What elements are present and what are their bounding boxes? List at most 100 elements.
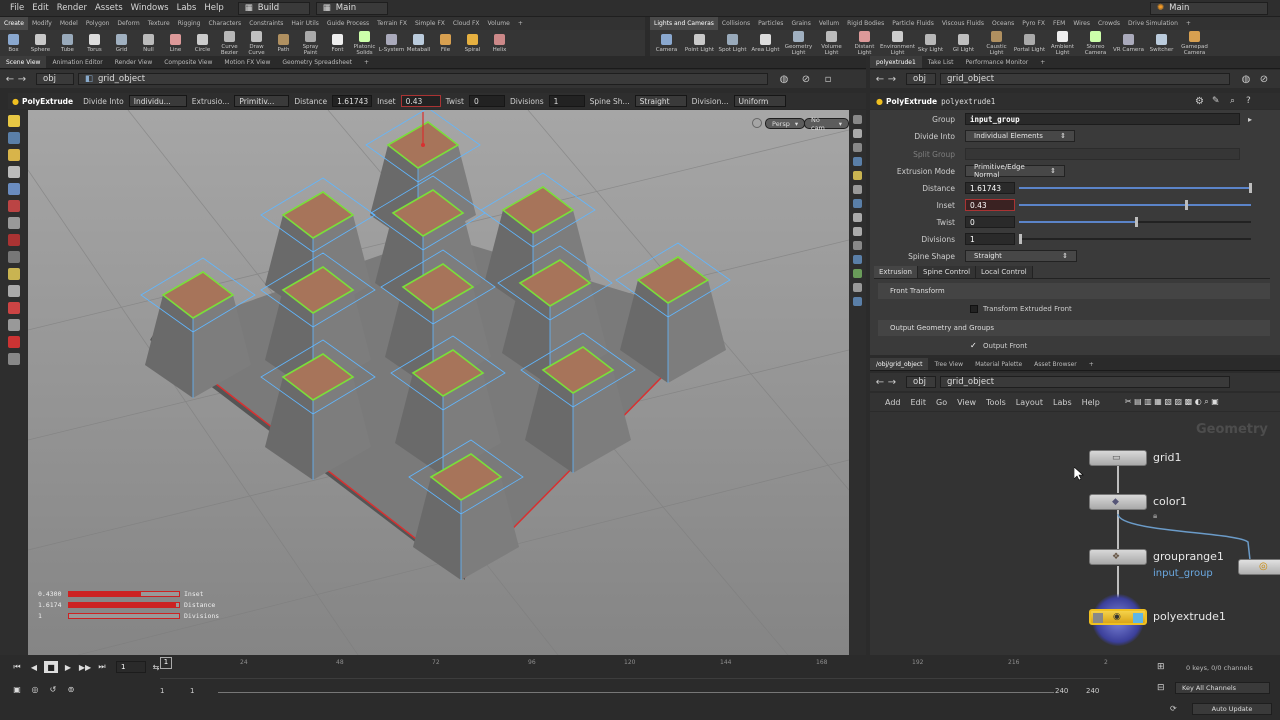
tab-scene-view[interactable]: Scene View bbox=[0, 56, 47, 68]
tab-render-view[interactable]: Render View bbox=[109, 56, 159, 68]
jump-start-icon[interactable]: ⏮ bbox=[10, 661, 24, 673]
shelf-tool-tube[interactable]: Tube bbox=[54, 33, 81, 53]
distance-field[interactable]: 1.61743 bbox=[965, 182, 1015, 194]
current-frame-marker[interactable]: 1 bbox=[160, 657, 172, 669]
update-icon[interactable]: ⟳ bbox=[1170, 704, 1177, 713]
hud-bar[interactable] bbox=[68, 601, 180, 608]
twist-slider[interactable] bbox=[1019, 217, 1251, 227]
desktop-dropdown[interactable]: ▦ Build bbox=[237, 1, 310, 15]
step-back-icon[interactable]: ◀ bbox=[27, 661, 41, 673]
desktop2-dropdown[interactable]: ▦ Main bbox=[315, 1, 388, 15]
shelf-tool-distant-light[interactable]: Distant Light bbox=[848, 30, 881, 56]
camera-button[interactable]: No cam ▾ bbox=[804, 116, 849, 132]
hud-bar[interactable] bbox=[68, 590, 180, 597]
op-distance[interactable]: 1.61743 bbox=[332, 95, 373, 107]
view-options-icon[interactable] bbox=[752, 118, 762, 128]
group-field[interactable]: input_group bbox=[965, 113, 1240, 125]
key-all-channels-button[interactable]: Key All Channels bbox=[1175, 682, 1270, 694]
context-obj[interactable]: obj bbox=[906, 73, 936, 85]
forward-icon[interactable]: → bbox=[886, 74, 898, 85]
node-offscreen[interactable]: ◎ bbox=[1238, 559, 1280, 575]
menu-help[interactable]: Help bbox=[200, 3, 227, 13]
brush-icon[interactable] bbox=[8, 200, 20, 212]
shelf-tab-deform[interactable]: Deform bbox=[113, 17, 143, 30]
key-icon[interactable]: ⊟ bbox=[1157, 683, 1165, 693]
output-front-checkbox[interactable]: ✓ bbox=[970, 342, 978, 350]
menu-view[interactable]: View bbox=[952, 398, 981, 407]
object-path[interactable]: grid_object bbox=[940, 73, 1230, 85]
shelf-tool-circle[interactable]: Circle bbox=[189, 33, 216, 53]
shelf-tool-gamepad-camera[interactable]: Gamepad Camera bbox=[1178, 30, 1211, 56]
shelf-tool-torus[interactable]: Torus bbox=[81, 33, 108, 53]
shelf-tool-grid[interactable]: Grid bbox=[108, 33, 135, 53]
points-icon[interactable] bbox=[853, 213, 862, 222]
node-color1[interactable]: ◆ bbox=[1089, 494, 1147, 510]
shelf-tab-particle-fluids[interactable]: Particle Fluids bbox=[888, 17, 938, 30]
help-icon[interactable]: ? bbox=[1246, 96, 1251, 106]
shelf-tool-portal-light[interactable]: Portal Light bbox=[1013, 33, 1046, 53]
shelf-tool-caustic-light[interactable]: Caustic Light bbox=[980, 30, 1013, 56]
shelf-tool-platonic-solids[interactable]: Platonic Solids bbox=[351, 30, 378, 56]
edit-icon[interactable]: ✎ bbox=[1212, 96, 1220, 106]
slider-knob[interactable] bbox=[1185, 200, 1188, 210]
menu-labs[interactable]: Labs bbox=[173, 3, 201, 13]
shelf-tool-path[interactable]: Path bbox=[270, 33, 297, 53]
shelf-tool-sphere[interactable]: Sphere bbox=[27, 33, 54, 53]
wireframe-icon[interactable] bbox=[853, 157, 862, 166]
shelf-tab-crowds[interactable]: Crowds bbox=[1094, 17, 1124, 30]
shelf-tool-curve-bezier[interactable]: Curve Bezier bbox=[216, 30, 243, 56]
extrusion-mode-menu[interactable]: Primitive/Edge Normal ⇕ bbox=[965, 163, 1065, 179]
shelf-tab-rigging[interactable]: Rigging bbox=[174, 17, 205, 30]
menu-edit[interactable]: Edit bbox=[906, 398, 932, 407]
front-transform-section[interactable]: Front Transform bbox=[878, 283, 1270, 299]
inset-slider[interactable] bbox=[1019, 200, 1251, 210]
add-tab-icon[interactable]: + bbox=[1083, 358, 1100, 370]
shelf-tab-polygon[interactable]: Polygon bbox=[82, 17, 114, 30]
context-obj[interactable]: obj bbox=[36, 73, 74, 85]
auto-update-button[interactable]: Auto Update bbox=[1192, 703, 1272, 715]
scale-icon[interactable] bbox=[8, 268, 20, 280]
frame-field[interactable]: 1 bbox=[116, 661, 146, 673]
shelf-tab-guide-process[interactable]: Guide Process bbox=[323, 17, 373, 30]
float-icon[interactable]: ▫ bbox=[822, 74, 834, 85]
shelf-tab-volume[interactable]: Volume bbox=[484, 17, 514, 30]
tab-take-list[interactable]: Take List bbox=[922, 56, 960, 68]
tab-extrusion[interactable]: Extrusion bbox=[874, 266, 918, 278]
distance-slider[interactable] bbox=[1019, 183, 1252, 193]
shelf-tab-create[interactable]: Create bbox=[0, 17, 28, 30]
add-tab-icon[interactable]: + bbox=[358, 56, 375, 68]
move-icon[interactable] bbox=[8, 234, 20, 246]
network-editor[interactable]: Geometry ▭ grid1 ◆ color1 🔒︎ ❖ grouprang… bbox=[870, 412, 1280, 655]
hud-slider-0[interactable]: 0.4300 Inset bbox=[38, 588, 238, 599]
tab-animation-editor[interactable]: Animation Editor bbox=[46, 56, 108, 68]
handle-icon[interactable] bbox=[8, 149, 20, 161]
tab-motion-fx-view[interactable]: Motion FX View bbox=[218, 56, 276, 68]
shelf-tool-ambient-light[interactable]: Ambient Light bbox=[1046, 30, 1079, 56]
jump-end-icon[interactable]: ⏭ bbox=[95, 661, 109, 673]
menu-labs[interactable]: Labs bbox=[1048, 398, 1077, 407]
play-icon[interactable]: ▶ bbox=[61, 661, 75, 673]
grid-icon[interactable] bbox=[853, 255, 862, 264]
shelf-tool-sky-light[interactable]: Sky Light bbox=[914, 33, 947, 53]
tab-asset-browser[interactable]: Asset Browser bbox=[1028, 358, 1083, 370]
loop-icon[interactable]: ↺ bbox=[46, 683, 60, 695]
shelf-tool-l-system[interactable]: L-System bbox=[378, 33, 405, 53]
pin-icon[interactable]: ◍ bbox=[778, 74, 790, 85]
shelf-tab-oceans[interactable]: Oceans bbox=[988, 17, 1018, 30]
op-divide-into[interactable]: Individu... bbox=[128, 95, 187, 107]
slider-knob[interactable] bbox=[1249, 183, 1252, 193]
normals-icon[interactable] bbox=[853, 227, 862, 236]
op-twist[interactable]: 0 bbox=[468, 95, 505, 107]
shelf-tab-fem[interactable]: FEM bbox=[1049, 17, 1069, 30]
audio-icon[interactable]: ▣ bbox=[10, 683, 24, 695]
shelf-tab-lights-and-cameras[interactable]: Lights and Cameras bbox=[650, 17, 718, 30]
op-extrusion[interactable]: Primitiv... bbox=[234, 95, 290, 107]
twist-field[interactable]: 0 bbox=[965, 216, 1015, 228]
camera-tool-icon[interactable] bbox=[8, 353, 20, 365]
shelf-tool-box[interactable]: Box bbox=[0, 33, 27, 53]
shelf-tool-metaball[interactable]: Metaball bbox=[405, 33, 432, 53]
object-path[interactable]: grid_object bbox=[940, 376, 1230, 388]
shelf-tool-gi-light[interactable]: GI Light bbox=[947, 33, 980, 53]
add-shelf-icon[interactable]: + bbox=[1182, 17, 1195, 30]
gear-icon[interactable]: ⚙ bbox=[1195, 96, 1204, 107]
